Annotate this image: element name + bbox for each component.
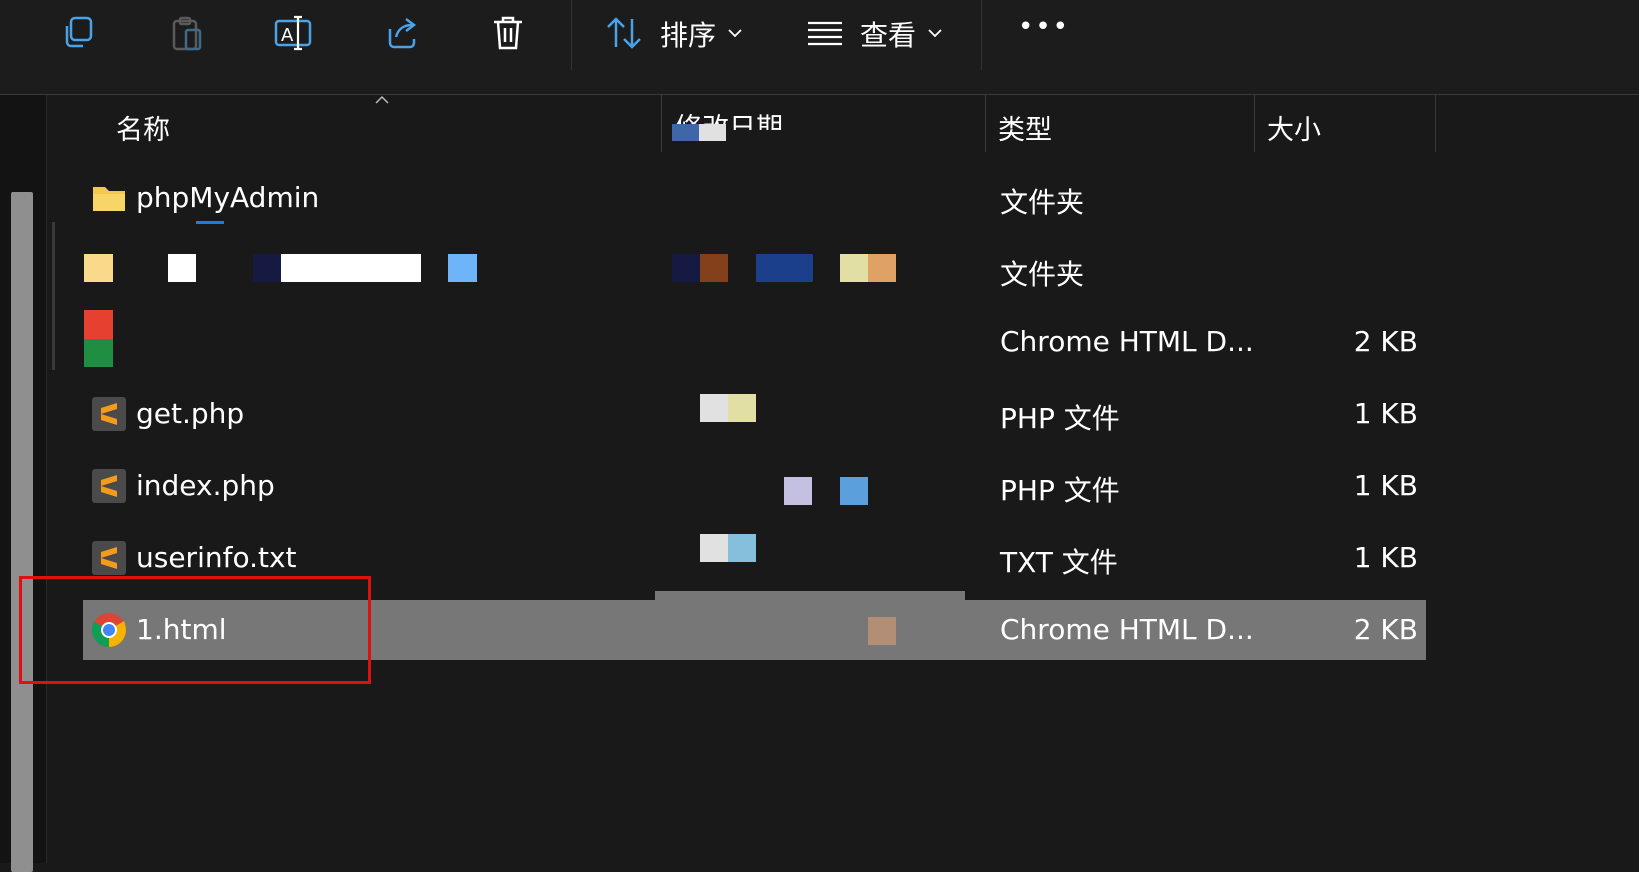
share-button[interactable] — [370, 8, 434, 58]
redaction-block — [700, 254, 728, 282]
file-row-index-php[interactable]: index.php PHP 文件 1 KB — [83, 456, 1426, 516]
file-row-redacted-html[interactable]: Chrome HTML D... 2 KB — [83, 312, 1426, 372]
view-label[interactable]: 查看 — [860, 14, 916, 54]
sublime-icon — [92, 397, 126, 431]
redaction-block — [728, 394, 756, 422]
chevron-down-icon — [928, 29, 942, 38]
file-row-phpmyadmin[interactable]: phpMyAdmin 文件夹 — [83, 168, 1426, 228]
column-divider[interactable] — [985, 95, 986, 152]
sublime-icon — [92, 469, 126, 503]
redaction-block — [700, 394, 728, 422]
file-size: 1 KB — [1353, 541, 1418, 574]
share-icon — [388, 18, 417, 49]
redaction-block — [699, 124, 726, 141]
delete-button[interactable] — [476, 8, 540, 58]
pane-divider — [46, 95, 47, 863]
file-size: 2 KB — [1353, 613, 1418, 646]
redaction-block — [868, 254, 896, 282]
column-divider[interactable] — [661, 95, 662, 152]
redaction-block — [281, 254, 421, 282]
redaction-block — [448, 254, 477, 282]
file-size: 1 KB — [1353, 397, 1418, 430]
redaction-block — [840, 477, 868, 505]
column-header-name[interactable]: 名称 — [116, 108, 170, 147]
file-list-scrollbar[interactable] — [52, 222, 55, 370]
redaction-block — [253, 254, 281, 282]
toolbar-divider — [981, 0, 982, 70]
file-type: Chrome HTML D... — [1000, 325, 1254, 358]
redaction-block — [756, 254, 813, 282]
file-size: 1 KB — [1353, 469, 1418, 502]
redaction-block — [840, 254, 868, 282]
sort-icon — [607, 17, 641, 49]
redaction-block — [168, 254, 196, 282]
paste-button[interactable] — [155, 8, 219, 58]
column-header-type[interactable]: 类型 — [998, 108, 1052, 147]
delete-icon — [494, 16, 522, 50]
view-icon — [808, 21, 842, 46]
sublime-icon — [92, 541, 126, 575]
sort-ascending-icon — [375, 95, 389, 104]
file-name[interactable]: index.php — [136, 469, 275, 502]
redaction-block — [672, 254, 700, 282]
copy-icon — [65, 16, 93, 48]
navigation-scrollbar[interactable] — [11, 192, 33, 872]
focus-underline — [196, 221, 224, 224]
file-type: 文件夹 — [1000, 258, 1085, 291]
redaction-block — [700, 534, 728, 562]
column-divider[interactable] — [1435, 95, 1436, 152]
file-type: 文件夹 — [1000, 186, 1085, 219]
annotation-highlight-box — [19, 576, 371, 684]
paste-icon — [172, 16, 202, 51]
redaction-block — [784, 477, 812, 505]
file-name[interactable]: userinfo.txt — [136, 541, 297, 574]
file-size: 2 KB — [1353, 325, 1418, 358]
redaction-block — [672, 124, 699, 141]
svg-text:A: A — [281, 25, 294, 46]
sort-label[interactable]: 排序 — [660, 14, 716, 54]
redaction-block — [868, 617, 896, 645]
toolbar: A 排序 查看 ••• — [0, 0, 1639, 95]
redaction-block — [84, 310, 113, 339]
redaction-block — [728, 534, 756, 562]
rename-button[interactable]: A — [262, 8, 326, 58]
copy-button[interactable] — [46, 8, 110, 58]
redaction-block — [84, 339, 113, 367]
file-name[interactable]: phpMyAdmin — [136, 181, 319, 214]
file-name[interactable]: get.php — [136, 397, 244, 430]
chevron-down-icon — [728, 29, 742, 38]
file-type: PHP 文件 — [1000, 474, 1120, 507]
file-type: TXT 文件 — [1000, 546, 1118, 579]
file-type: PHP 文件 — [1000, 402, 1120, 435]
more-button[interactable]: ••• — [1018, 12, 1070, 42]
view-button[interactable] — [795, 8, 855, 58]
sort-button[interactable] — [594, 8, 654, 58]
file-type: Chrome HTML D... — [1000, 613, 1254, 646]
folder-icon — [93, 187, 125, 211]
column-divider[interactable] — [1254, 95, 1255, 152]
toolbar-divider — [571, 0, 572, 70]
redaction-block — [84, 254, 113, 282]
column-header-size[interactable]: 大小 — [1267, 108, 1321, 147]
rename-icon: A — [274, 15, 312, 51]
